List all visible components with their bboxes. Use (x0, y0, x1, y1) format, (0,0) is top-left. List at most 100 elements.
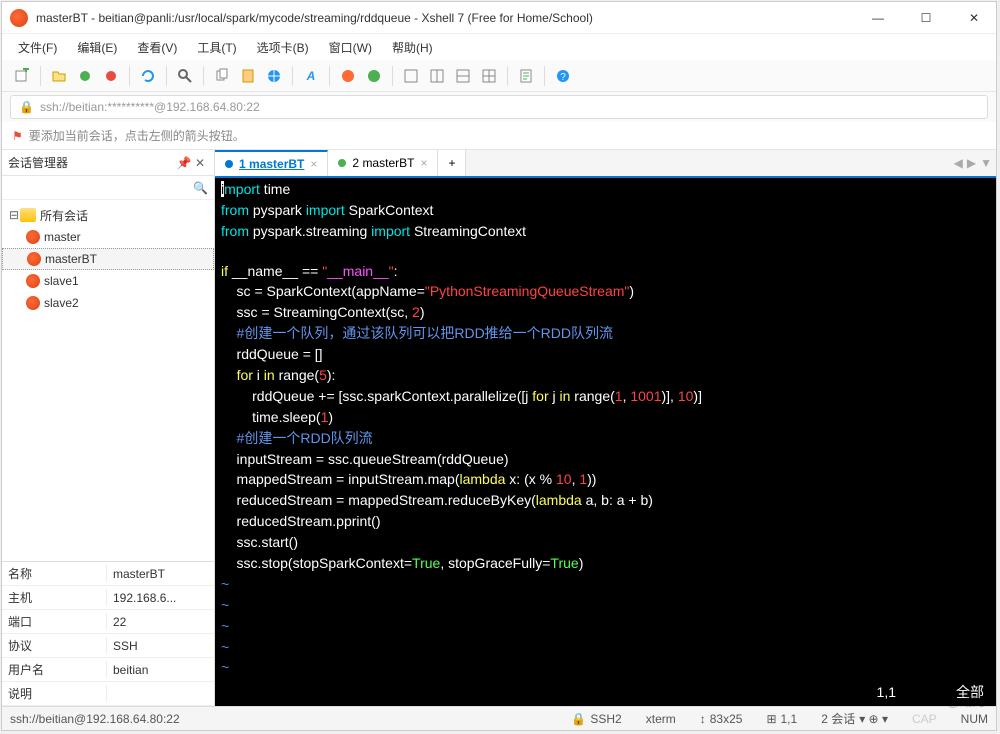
folder-icon (20, 208, 36, 222)
status-sessions: 2 会话 ▾ ⊕ ▾ (821, 710, 888, 727)
menu-edit[interactable]: 编辑(E) (69, 36, 125, 59)
prop-row: 端口22 (2, 610, 214, 634)
app-window: masterBT - beitian@panli:/usr/local/spar… (1, 1, 997, 731)
tree-item-master[interactable]: master (2, 226, 214, 248)
prop-row: 用户名beitian (2, 658, 214, 682)
lock-icon: 🔒 (571, 712, 586, 726)
tree-root-label: 所有会话 (40, 207, 88, 224)
status-dot-icon (225, 160, 233, 168)
content-area: 1 masterBT × 2 masterBT × + ◀ ▶ ▼ import… (215, 150, 996, 706)
window-controls: ― ☐ ✕ (864, 4, 988, 32)
status-num: NUM (961, 712, 988, 726)
session-icon (26, 230, 40, 244)
tree-item-slave1[interactable]: slave1 (2, 270, 214, 292)
status-caps: CAP (912, 712, 937, 726)
addressbar: 🔒 ssh://beitian:**********@192.168.64.80… (2, 92, 996, 122)
vim-cursor-pos: 1,1 (877, 683, 896, 702)
close-button[interactable]: ✕ (960, 4, 988, 32)
open-icon[interactable] (47, 64, 71, 88)
copy-icon[interactable] (210, 64, 234, 88)
tree-item-label: masterBT (45, 252, 97, 266)
tab-menu-icon[interactable]: ▼ (980, 156, 992, 170)
help-icon[interactable]: ? (551, 64, 575, 88)
tab-2[interactable]: 2 masterBT × (328, 150, 438, 176)
collapse-icon[interactable]: ⊟ (8, 208, 20, 222)
session-icon (27, 252, 41, 266)
tree-item-label: slave1 (44, 274, 79, 288)
xftp-icon[interactable] (362, 64, 386, 88)
layout2-icon[interactable] (425, 64, 449, 88)
tree-item-masterbt[interactable]: masterBT (2, 248, 214, 270)
tab-1[interactable]: 1 masterBT × (215, 150, 328, 176)
menu-help[interactable]: 帮助(H) (384, 36, 441, 59)
menu-tabs[interactable]: 选项卡(B) (249, 36, 317, 59)
hint-bar: ⚑ 要添加当前会话，点击左侧的箭头按钮。 (2, 122, 996, 150)
font-icon[interactable]: A (299, 64, 323, 88)
prop-row: 协议SSH (2, 634, 214, 658)
tree-root[interactable]: ⊟ 所有会话 (2, 204, 214, 226)
tab-prev-icon[interactable]: ◀ (954, 156, 963, 170)
menu-file[interactable]: 文件(F) (10, 36, 65, 59)
search-icon: 🔍 (193, 181, 208, 195)
toolbar: A ? (2, 60, 996, 92)
pin-icon[interactable]: 📌 (176, 155, 192, 171)
new-tab-button[interactable]: + (438, 150, 466, 176)
watermark: CSDN @绀月 (906, 691, 986, 710)
address-input[interactable]: 🔒 ssh://beitian:**********@192.168.64.80… (10, 95, 988, 119)
panel-close-icon[interactable]: ✕ (192, 155, 208, 171)
terminal[interactable]: import time from pyspark import SparkCon… (215, 178, 996, 706)
xshell-icon[interactable] (336, 64, 360, 88)
sidebar-header: 会话管理器 📌 ✕ (2, 150, 214, 176)
address-value: ssh://beitian:**********@192.168.64.80:2… (40, 100, 260, 114)
globe-icon[interactable] (262, 64, 286, 88)
tree-item-slave2[interactable]: slave2 (2, 292, 214, 314)
sidebar-search[interactable]: 🔍 (2, 176, 214, 200)
session-tree: ⊟ 所有会话 master masterBT slave1 (2, 200, 214, 561)
minimize-button[interactable]: ― (864, 4, 892, 32)
menubar: 文件(F) 编辑(E) 查看(V) 工具(T) 选项卡(B) 窗口(W) 帮助(… (2, 34, 996, 60)
status-size: ↕ 83x25 (700, 712, 743, 726)
script-icon[interactable] (514, 64, 538, 88)
svg-text:?: ? (560, 72, 566, 83)
prop-row: 名称masterBT (2, 562, 214, 586)
properties-table: 名称masterBT 主机192.168.6... 端口22 协议SSH 用户名… (2, 561, 214, 706)
menu-view[interactable]: 查看(V) (129, 36, 185, 59)
new-session-icon[interactable] (10, 64, 34, 88)
session-icon (26, 296, 40, 310)
layout3-icon[interactable] (451, 64, 475, 88)
status-connection: ssh://beitian@192.168.64.80:22 (10, 712, 180, 726)
menu-tools[interactable]: 工具(T) (189, 36, 244, 59)
tree-item-label: master (44, 230, 81, 244)
flag-icon: ⚑ (12, 129, 23, 143)
tree-item-label: slave2 (44, 296, 79, 310)
prop-row: 说明 (2, 682, 214, 706)
main-area: 会话管理器 📌 ✕ 🔍 ⊟ 所有会话 master ma (2, 150, 996, 706)
layout4-icon[interactable] (477, 64, 501, 88)
tab-close-icon[interactable]: × (310, 157, 317, 171)
tab-nav: ◀ ▶ ▼ (950, 150, 996, 176)
hint-text: 要添加当前会话，点击左侧的箭头按钮。 (29, 127, 245, 144)
tab-close-icon[interactable]: × (420, 156, 427, 170)
session-icon (26, 274, 40, 288)
tab-next-icon[interactable]: ▶ (967, 156, 976, 170)
disconnect-icon[interactable] (99, 64, 123, 88)
connect-icon[interactable] (73, 64, 97, 88)
tab-bar: 1 masterBT × 2 masterBT × + ◀ ▶ ▼ (215, 150, 996, 178)
menu-window[interactable]: 窗口(W) (321, 36, 380, 59)
titlebar: masterBT - beitian@panli:/usr/local/spar… (2, 2, 996, 34)
reconnect-icon[interactable] (136, 64, 160, 88)
status-term: xterm (646, 712, 676, 726)
prop-row: 主机192.168.6... (2, 586, 214, 610)
search-icon[interactable] (173, 64, 197, 88)
status-cursor: ⊞ 1,1 (766, 712, 797, 726)
app-icon (10, 9, 28, 27)
layout1-icon[interactable] (399, 64, 423, 88)
maximize-button[interactable]: ☐ (912, 4, 940, 32)
status-protocol: 🔒SSH2 (571, 712, 621, 726)
window-title: masterBT - beitian@panli:/usr/local/spar… (36, 11, 864, 25)
lock-icon: 🔒 (19, 100, 34, 114)
paste-icon[interactable] (236, 64, 260, 88)
status-dot-icon (338, 159, 346, 167)
statusbar: ssh://beitian@192.168.64.80:22 🔒SSH2 xte… (2, 706, 996, 730)
session-manager-panel: 会话管理器 📌 ✕ 🔍 ⊟ 所有会话 master ma (2, 150, 215, 706)
